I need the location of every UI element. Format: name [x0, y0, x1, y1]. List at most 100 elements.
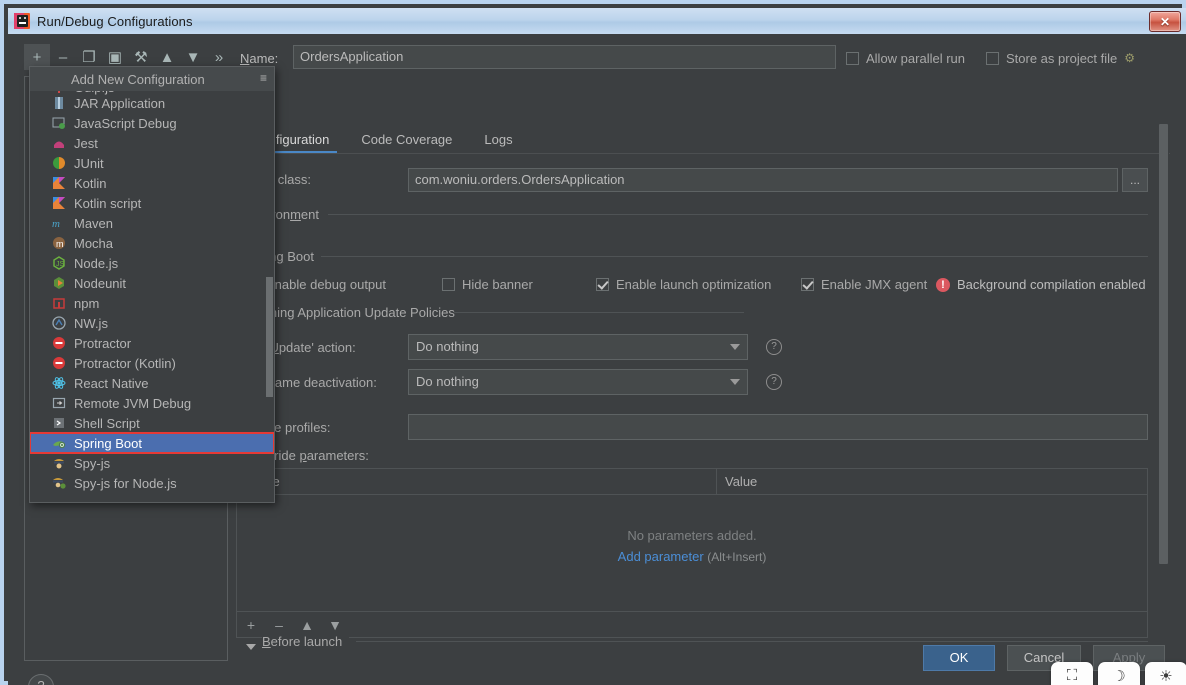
list-item-nodeunit[interactable]: Nodeunit: [30, 273, 274, 293]
add-parameter-shortcut: (Alt+Insert): [707, 550, 766, 564]
move-parameter-down-button[interactable]: ▼: [321, 617, 349, 633]
tab-logs[interactable]: Logs: [468, 132, 528, 154]
active-profiles-field[interactable]: [408, 414, 1148, 440]
hide-banner-label: Hide banner: [462, 277, 533, 292]
enable-jmx-agent-checkbox[interactable]: Enable JMX agent: [801, 277, 927, 292]
add-new-configuration-popup[interactable]: Add New Configuration ≡ Gulp.js JAR Appl…: [29, 66, 275, 503]
parameters-table[interactable]: Name Value No parameters added. Add para…: [236, 468, 1148, 612]
kotlin-icon: [52, 176, 66, 190]
list-item-npm[interactable]: npm: [30, 293, 274, 313]
chevron-down-icon: [730, 344, 740, 350]
no-parameters-text: No parameters added.: [237, 528, 1147, 543]
move-parameter-up-button[interactable]: ▲: [293, 617, 321, 633]
add-parameter-row: Add parameter (Alt+Insert): [237, 549, 1147, 564]
popup-scrollbar-thumb[interactable]: [266, 277, 273, 397]
spring-boot-divider: [321, 256, 1148, 257]
checkbox-box: [846, 52, 859, 65]
help-button[interactable]: ?: [28, 674, 54, 685]
before-launch-divider: [356, 641, 1148, 642]
list-item-jest[interactable]: Jest: [30, 133, 274, 153]
spy-js-node-icon: [52, 476, 66, 490]
on-update-action-value: Do nothing: [416, 339, 479, 354]
content-scrollbar-thumb[interactable]: [1159, 124, 1168, 564]
close-icon[interactable]: ✕: [1149, 11, 1181, 32]
popup-scrollbar[interactable]: [266, 91, 273, 503]
list-item-shell-script[interactable]: Shell Script: [30, 413, 274, 433]
on-frame-deactivation-value: Do nothing: [416, 374, 479, 389]
ime-key-layout-icon[interactable]: ⛶: [1051, 662, 1093, 685]
list-item-label: Remote JVM Debug: [52, 396, 191, 411]
browse-main-class-button[interactable]: ...: [1122, 168, 1148, 192]
list-item-spring-boot[interactable]: Spring Boot: [30, 433, 274, 453]
shell-script-icon: [52, 416, 66, 430]
allow-parallel-run-checkbox[interactable]: Allow parallel run: [846, 51, 965, 66]
protractor-icon: [52, 336, 66, 350]
name-input[interactable]: OrdersApplication: [293, 45, 836, 69]
add-parameter-button[interactable]: +: [237, 617, 265, 633]
store-as-project-file-checkbox[interactable]: Store as project file ⚙: [986, 51, 1137, 66]
list-item-spy-js[interactable]: Spy-js: [30, 453, 274, 473]
list-item-spy-js-for-nodejs[interactable]: Spy-js for Node.js: [30, 473, 274, 493]
chevron-down-icon[interactable]: [246, 644, 256, 650]
tab-code-coverage[interactable]: Code Coverage: [345, 132, 468, 154]
on-frame-deactivation-combo[interactable]: Do nothing: [408, 369, 748, 395]
list-item-react-native[interactable]: React Native: [30, 373, 274, 393]
list-item-label: Protractor (Kotlin): [52, 356, 176, 371]
content-scrollbar[interactable]: [1159, 76, 1169, 661]
configuration-content-panel: Configuration Code Coverage Logs Main cl…: [236, 76, 1170, 661]
list-item-label: JAR Application: [52, 96, 165, 111]
react-native-icon: [52, 376, 66, 390]
ime-toolbar[interactable]: ⛶ ☽ ☀: [1051, 662, 1186, 685]
remove-parameter-button[interactable]: –: [265, 617, 293, 633]
junit-icon: [52, 156, 66, 170]
main-class-field[interactable]: com.woniu.orders.OrdersApplication: [408, 168, 1118, 192]
list-item-jar-application[interactable]: JAR Application: [30, 93, 274, 113]
list-item-nwjs[interactable]: NW.js: [30, 313, 274, 333]
name-label: Name:: [240, 51, 278, 66]
ime-key-sun-icon[interactable]: ☀: [1145, 662, 1186, 685]
checkbox-box: [442, 278, 455, 291]
add-parameter-link[interactable]: Add parameter: [618, 549, 704, 564]
parameters-toolbar: + – ▲ ▼: [236, 612, 1148, 638]
list-item-javascript-debug[interactable]: JavaScript Debug: [30, 113, 274, 133]
jest-icon: [52, 136, 66, 150]
list-item-maven[interactable]: m Maven: [30, 213, 274, 233]
configuration-type-list[interactable]: Gulp.js JAR Application JavaScript Debug: [30, 91, 274, 503]
environment-divider: [328, 214, 1148, 215]
hide-banner-checkbox[interactable]: Hide banner: [442, 277, 533, 292]
list-item-protractor[interactable]: Protractor: [30, 333, 274, 353]
background-compilation-warning: ! Background compilation enabled: [936, 277, 1146, 292]
list-item-kotlin-script[interactable]: Kotlin script: [30, 193, 274, 213]
list-item-junit[interactable]: JUnit: [30, 153, 274, 173]
list-item-label: Spy-js for Node.js: [52, 476, 177, 491]
background-compilation-label: Background compilation enabled: [957, 277, 1146, 292]
list-item-mocha[interactable]: m Mocha: [30, 233, 274, 253]
intellij-idea-icon: [14, 13, 30, 29]
nwjs-icon: [52, 316, 66, 330]
jar-icon: [52, 96, 66, 110]
store-as-project-file-label: Store as project file: [1006, 51, 1117, 66]
parameters-empty-state: No parameters added. Add parameter (Alt+…: [237, 495, 1147, 564]
svg-text:JS: JS: [56, 261, 65, 268]
collapse-all-icon[interactable]: ≡: [260, 71, 266, 85]
ok-button[interactable]: OK: [923, 645, 995, 671]
on-frame-deactivation-help-icon[interactable]: ?: [766, 374, 782, 390]
gear-icon[interactable]: ⚙: [1124, 52, 1137, 65]
checkbox-box: [986, 52, 999, 65]
tab-divider: [236, 153, 1170, 154]
on-update-help-icon[interactable]: ?: [766, 339, 782, 355]
enable-launch-optimization-checkbox[interactable]: Enable launch optimization: [596, 277, 771, 292]
svg-text:m: m: [52, 218, 60, 230]
on-update-action-combo[interactable]: Do nothing: [408, 334, 748, 360]
list-item-kotlin[interactable]: Kotlin: [30, 173, 274, 193]
list-item-label: JavaScript Debug: [52, 116, 177, 131]
popup-header: Add New Configuration ≡: [30, 67, 274, 91]
mocha-icon: m: [52, 236, 66, 250]
list-item-protractor-kotlin[interactable]: Protractor (Kotlin): [30, 353, 274, 373]
window-title: Run/Debug Configurations: [37, 14, 193, 29]
tab-bar: Configuration Code Coverage Logs: [236, 126, 529, 154]
ime-key-moon-icon[interactable]: ☽: [1098, 662, 1140, 685]
list-item-remote-jvm-debug[interactable]: Remote JVM Debug: [30, 393, 274, 413]
list-item-label: React Native: [52, 376, 148, 391]
list-item-nodejs[interactable]: JS Node.js: [30, 253, 274, 273]
